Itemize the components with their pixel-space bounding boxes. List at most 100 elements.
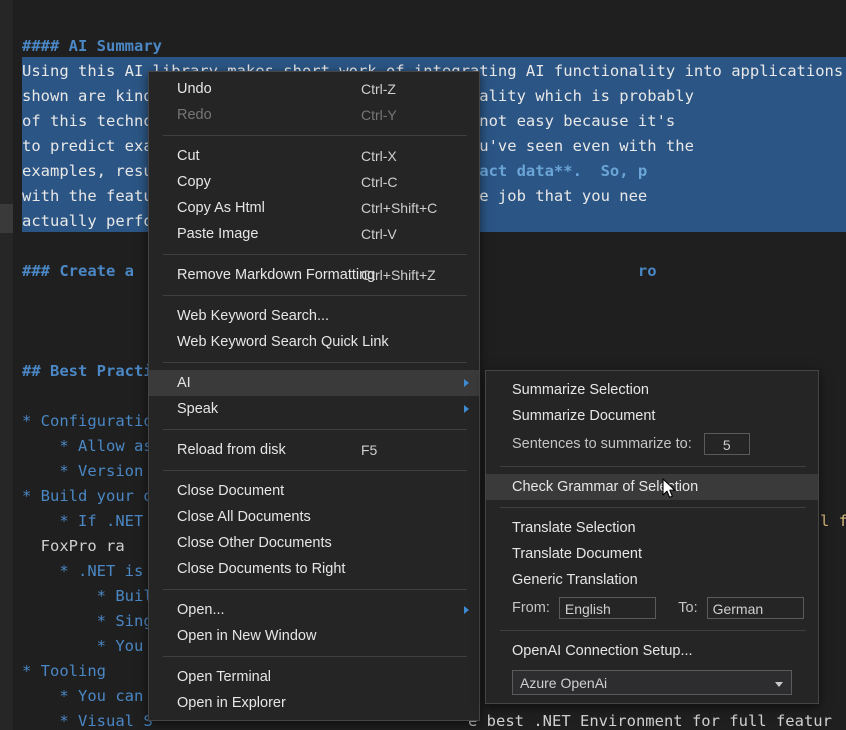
menu-item-label: Summarize Document bbox=[512, 408, 655, 424]
menu-item-shortcut: Ctrl+Shift+Z bbox=[361, 267, 436, 283]
editor-text-segment: #### AI Summary bbox=[22, 37, 162, 55]
menu-item-openai-connection-setup[interactable]: OpenAI Connection Setup... bbox=[486, 638, 818, 664]
editor-context-menu[interactable]: UndoCtrl-ZRedoCtrl-YCutCtrl-XCopyCtrl-CC… bbox=[148, 71, 480, 721]
sentences-to-summarize-row: Sentences to summarize to: 5 bbox=[486, 429, 818, 459]
menu-item-label: Web Keyword Search Quick Link bbox=[177, 334, 389, 350]
menu-item-paste-image[interactable]: Paste Image Ctrl-V bbox=[149, 221, 479, 247]
editor-text-segment: * Configuratio bbox=[22, 412, 153, 430]
editor-text-segment: to predict exa bbox=[22, 137, 153, 155]
menu-item-shortcut: Ctrl-X bbox=[361, 148, 397, 164]
editor-text-segment: * If .NET bbox=[22, 512, 143, 530]
menu-item-open-terminal[interactable]: Open Terminal bbox=[149, 664, 479, 690]
menu-item-label: AI bbox=[177, 375, 191, 391]
menu-item-check-grammar[interactable]: Check Grammar of Selection bbox=[486, 474, 818, 500]
menu-item-remove-markdown-formatting[interactable]: Remove Markdown FormattingCtrl+Shift+Z bbox=[149, 262, 479, 288]
menu-item-translate-document[interactable]: Translate Document bbox=[486, 541, 818, 567]
gutter-change-marker bbox=[0, 204, 13, 233]
menu-item-label: Translate Document bbox=[512, 546, 642, 562]
menu-item-label: OpenAI Connection Setup... bbox=[512, 643, 693, 659]
menu-item-shortcut: Ctrl-V bbox=[361, 226, 397, 242]
menu-item-label: Cut bbox=[177, 148, 200, 164]
menu-separator bbox=[163, 589, 467, 590]
menu-item-translate-selection[interactable]: Translate Selection bbox=[486, 515, 818, 541]
menu-item-close-document[interactable]: Close Document bbox=[149, 478, 479, 504]
menu-item-ai[interactable]: AI bbox=[149, 370, 479, 396]
menu-item-label: Web Keyword Search... bbox=[177, 308, 329, 324]
editor-text-segment: * You can bbox=[22, 687, 143, 705]
menu-item-label: Copy bbox=[177, 174, 211, 190]
to-label: To: bbox=[678, 600, 697, 616]
menu-item-label: Summarize Selection bbox=[512, 382, 649, 398]
editor-text-segment: * You bbox=[22, 637, 143, 655]
editor-text-segment: FoxPro ra bbox=[22, 537, 125, 555]
menu-item-label: Check Grammar of Selection bbox=[512, 479, 698, 495]
editor-line-fragment: e best .NET Environment for full featur bbox=[468, 709, 832, 730]
editor-line: * Build your o bbox=[22, 484, 153, 509]
menu-separator bbox=[163, 254, 467, 255]
editor-gutter bbox=[0, 0, 13, 730]
editor-line: * If .NET bbox=[22, 509, 143, 534]
menu-item-web-keyword-search[interactable]: Web Keyword Search... bbox=[149, 303, 479, 329]
openai-provider-select[interactable]: Azure OpenAi bbox=[512, 670, 792, 695]
editor-text-segment: ## Best Practi bbox=[22, 362, 153, 380]
editor-text-segment: * Buil bbox=[22, 587, 153, 605]
menu-item-reload-from-disk[interactable]: Reload from disk F5 bbox=[149, 437, 479, 463]
editor-text-segment: of this techno bbox=[22, 112, 153, 130]
chevron-right-icon bbox=[464, 379, 469, 387]
sentences-label: Sentences to summarize to: bbox=[512, 436, 692, 452]
submenu-separator bbox=[500, 630, 806, 631]
menu-item-shortcut: F5 bbox=[361, 442, 377, 458]
editor-text-segment: with the featu bbox=[22, 187, 153, 205]
menu-item-label: Reload from disk bbox=[177, 442, 286, 458]
menu-item-label: Close Document bbox=[177, 483, 284, 499]
editor-text-segment: * .NET is bbox=[22, 562, 143, 580]
menu-item-open-in-explorer[interactable]: Open in Explorer bbox=[149, 690, 479, 716]
editor-text-segment: examples, resu bbox=[22, 162, 153, 180]
menu-item-generic-translation[interactable]: Generic Translation bbox=[486, 567, 818, 593]
menu-item-speak[interactable]: Speak bbox=[149, 396, 479, 422]
menu-item-label: Close All Documents bbox=[177, 509, 311, 525]
menu-item-shortcut: Ctrl-Z bbox=[361, 81, 396, 97]
submenu-separator bbox=[500, 507, 806, 508]
chevron-down-icon bbox=[775, 682, 783, 687]
menu-item-label: Close Other Documents bbox=[177, 535, 332, 551]
menu-item-close-other-documents[interactable]: Close Other Documents bbox=[149, 530, 479, 556]
menu-item-label: Speak bbox=[177, 401, 218, 417]
ai-submenu[interactable]: Summarize Selection Summarize Document S… bbox=[485, 370, 819, 704]
menu-item-web-keyword-search-quick-link[interactable]: Web Keyword Search Quick Link bbox=[149, 329, 479, 355]
menu-item-cut[interactable]: Cut Ctrl-X bbox=[149, 143, 479, 169]
menu-separator bbox=[163, 429, 467, 430]
submenu-separator bbox=[500, 466, 806, 467]
menu-item-label: Remove Markdown Formatting bbox=[177, 267, 375, 283]
menu-separator bbox=[163, 295, 467, 296]
menu-item-close-all-documents[interactable]: Close All Documents bbox=[149, 504, 479, 530]
menu-item-open[interactable]: Open... bbox=[149, 597, 479, 623]
menu-item-summarize-document[interactable]: Summarize Document bbox=[486, 403, 818, 429]
editor-line: actually perfo bbox=[22, 209, 153, 234]
menu-separator bbox=[163, 135, 467, 136]
editor-line: FoxPro ra bbox=[22, 534, 125, 559]
translate-from-input[interactable]: English bbox=[559, 597, 656, 619]
openai-provider-value: Azure OpenAi bbox=[520, 675, 607, 691]
editor-line: * Allow as bbox=[22, 434, 153, 459]
menu-item-shortcut: Ctrl+Shift+C bbox=[361, 200, 437, 216]
editor-line: * Visual S bbox=[22, 709, 153, 730]
menu-item-label: Generic Translation bbox=[512, 572, 638, 588]
menu-item-close-documents-to-right[interactable]: Close Documents to Right bbox=[149, 556, 479, 582]
menu-item-label: Paste Image bbox=[177, 226, 258, 242]
menu-item-summarize-selection[interactable]: Summarize Selection bbox=[486, 377, 818, 403]
sentences-count-input[interactable]: 5 bbox=[704, 433, 750, 455]
editor-line: * Version bbox=[22, 459, 143, 484]
menu-item-label: Close Documents to Right bbox=[177, 561, 345, 577]
menu-item-open-in-new-window[interactable]: Open in New Window bbox=[149, 623, 479, 649]
editor-line: * .NET is bbox=[22, 559, 143, 584]
menu-separator bbox=[163, 656, 467, 657]
editor-line: * Tooling bbox=[22, 659, 106, 684]
menu-item-undo[interactable]: UndoCtrl-Z bbox=[149, 76, 479, 102]
menu-item-copy-as-html[interactable]: Copy As HtmlCtrl+Shift+C bbox=[149, 195, 479, 221]
menu-item-copy[interactable]: CopyCtrl-C bbox=[149, 169, 479, 195]
menu-separator bbox=[163, 362, 467, 363]
editor-line: ## Best Practi bbox=[22, 359, 153, 384]
translate-to-input[interactable]: German bbox=[707, 597, 804, 619]
editor-line: * Configuratio bbox=[22, 409, 153, 434]
